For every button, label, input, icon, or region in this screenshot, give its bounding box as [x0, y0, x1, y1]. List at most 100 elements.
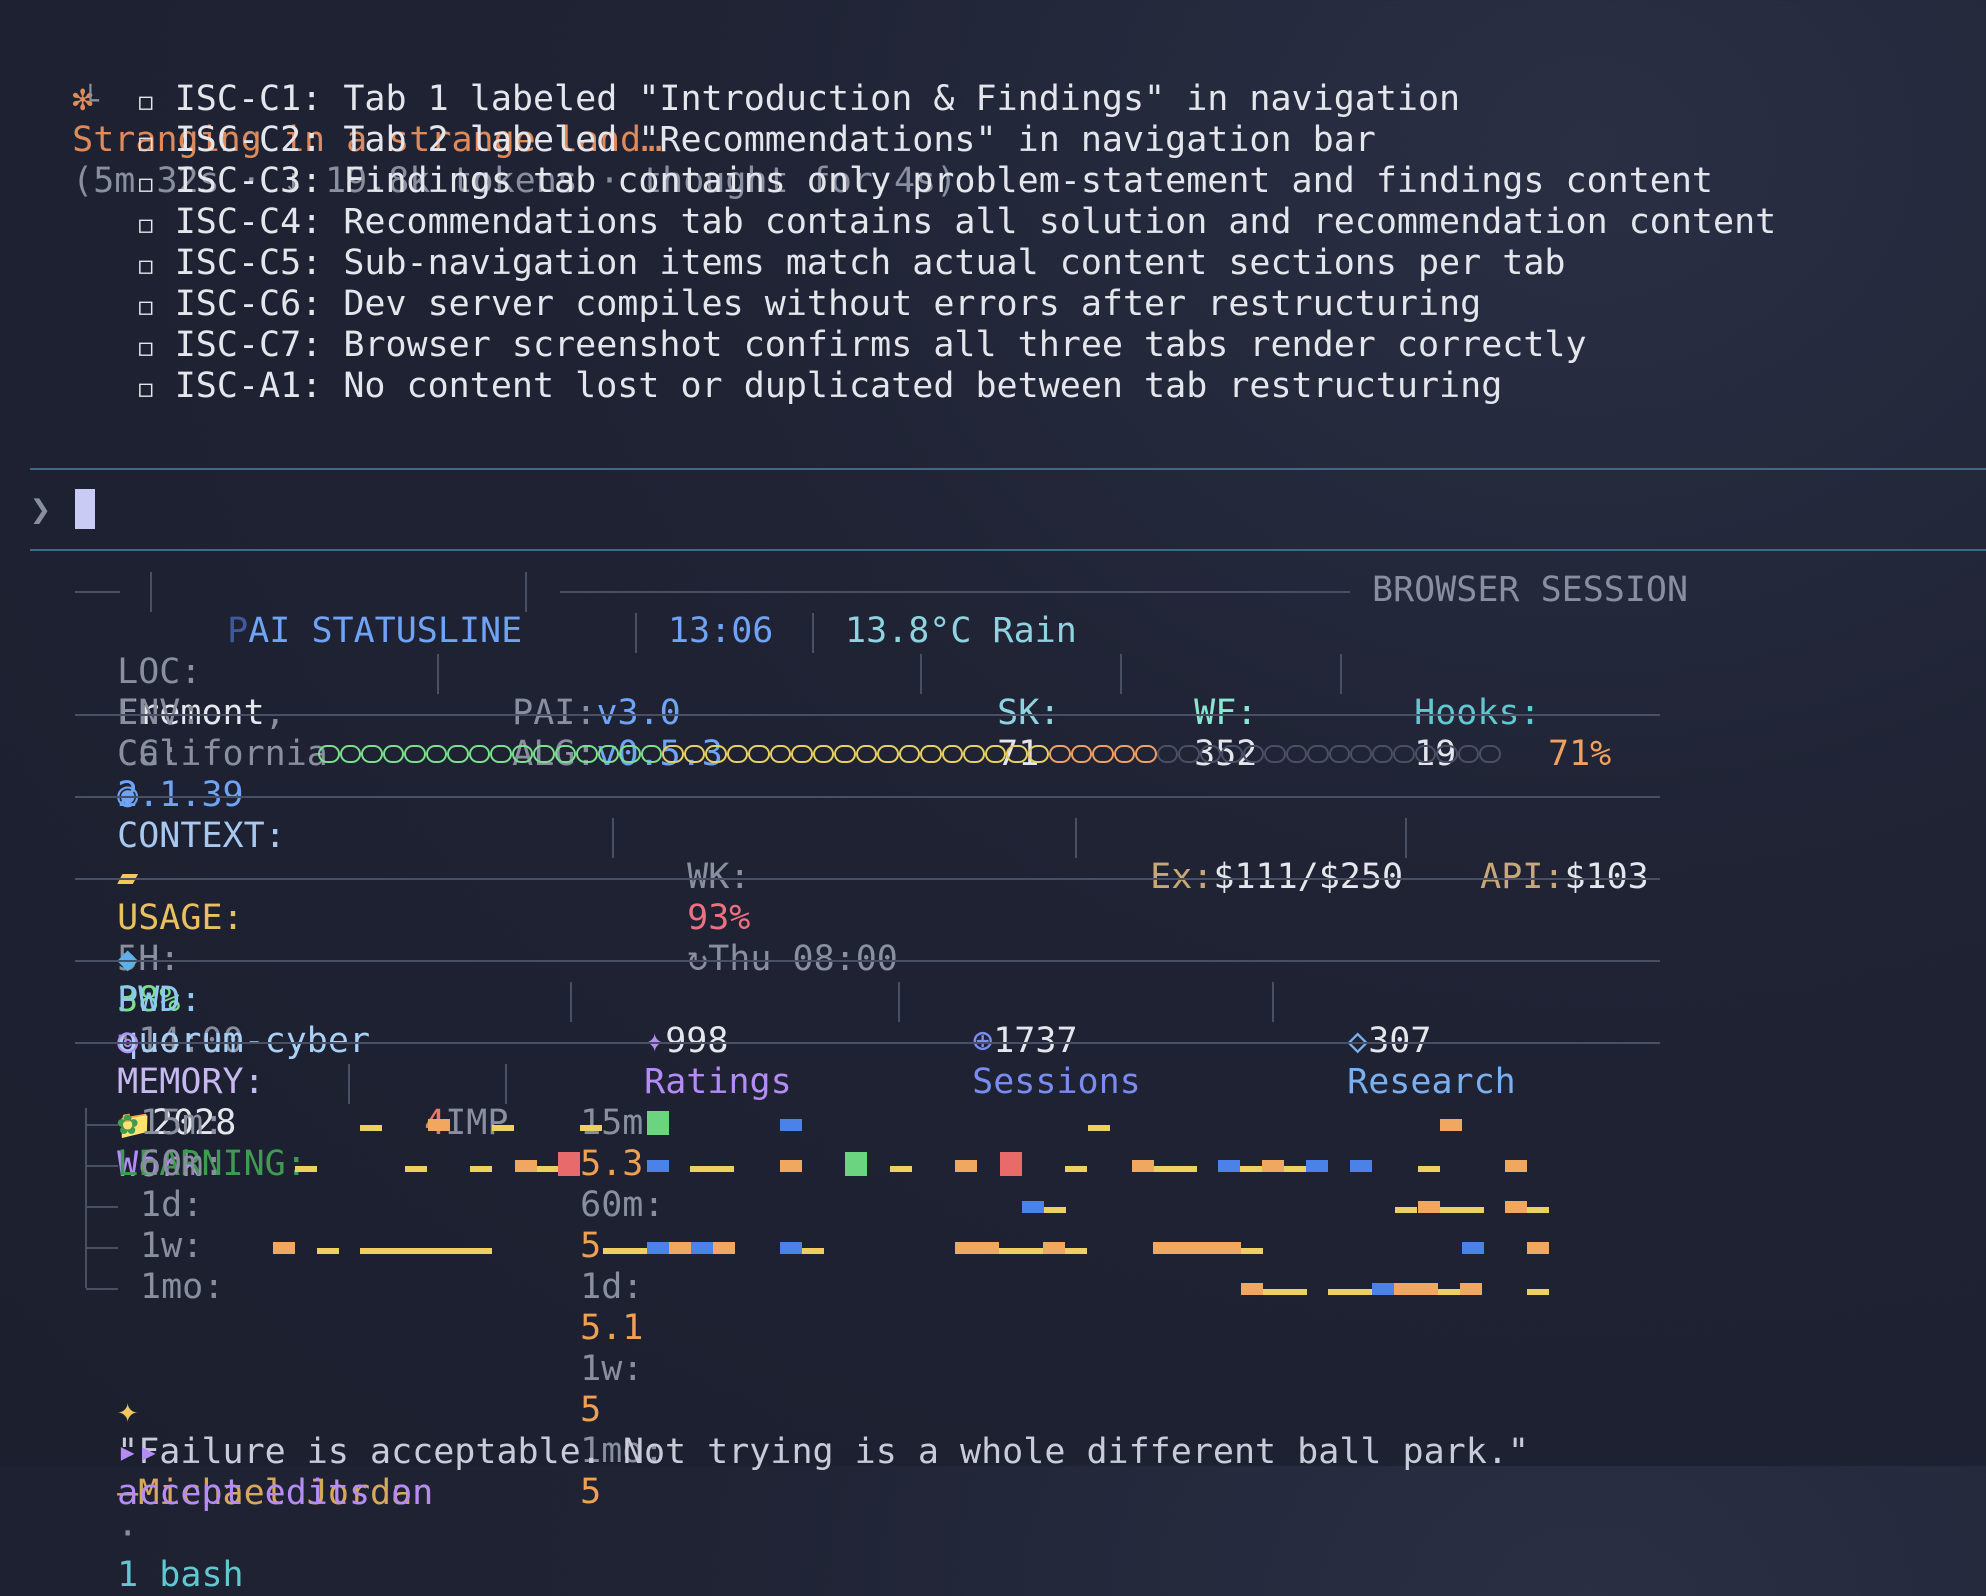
- context-segment: [662, 745, 684, 763]
- flower-icon: ✿: [117, 1103, 139, 1143]
- sparkline-mark: [1438, 1289, 1460, 1295]
- footer-line: ▸▸ accept edits on · 1 bash: [117, 1432, 434, 1595]
- context-segment: [1092, 745, 1114, 763]
- sparkline-mark: [1262, 1160, 1284, 1172]
- memory-line: ◎ MEMORY: 📁2028 Work: [117, 1021, 265, 1185]
- bash-count[interactable]: 1 bash: [117, 1555, 243, 1595]
- rule: [635, 613, 637, 653]
- sparkline-mark: [1043, 1242, 1065, 1254]
- sparkline-mark: [1527, 1207, 1549, 1213]
- sparkline-mark: [1395, 1207, 1417, 1213]
- sparkline-mark: [1022, 1201, 1044, 1213]
- sparkline-mark: [1440, 1119, 1462, 1131]
- context-segment: [339, 745, 361, 763]
- branch-icon: └: [82, 84, 99, 117]
- usage-icon: ▰: [117, 857, 139, 897]
- divider-bottom: [30, 549, 1986, 551]
- sparkline-mark: [1505, 1160, 1527, 1172]
- sparkline-mark: [1065, 1166, 1087, 1172]
- learning-row-label: 1mo:: [140, 1267, 225, 1307]
- context-segment: [554, 745, 576, 763]
- loc-line: LOC: Fremont, California: [117, 652, 328, 774]
- sparkline-mark: [1241, 1283, 1263, 1295]
- context-segment: [1070, 745, 1092, 763]
- learning-line: ✿ LEARNING:: [117, 1103, 307, 1184]
- sparkline-mark: [295, 1166, 317, 1172]
- context-percent: 71%: [1548, 734, 1612, 774]
- rule: [1405, 818, 1407, 858]
- checkbox-icon: ◻: [138, 87, 154, 117]
- sparkline-mark: [669, 1242, 691, 1254]
- context-segment: [726, 745, 748, 763]
- context-segment: [1178, 745, 1200, 763]
- sparkline-mark: [1328, 1289, 1372, 1295]
- sparkline-mark: [1065, 1248, 1087, 1254]
- weather: 13.8°C Rain: [845, 611, 1077, 651]
- tree-branch: [86, 1247, 118, 1249]
- task-header: ✻ Stranging in a strange land… (5m 32s ·…: [30, 38, 957, 201]
- sparkline-mark: [1088, 1125, 1110, 1131]
- context-segment: [898, 745, 920, 763]
- sparkline-mark: [1462, 1242, 1484, 1254]
- learning-row-label: 1w:: [140, 1226, 204, 1266]
- prompt-chevron-icon: ❯: [30, 490, 52, 530]
- statusline-title: PAI STATUSLINE: [227, 611, 523, 651]
- input-cursor[interactable]: [75, 489, 95, 529]
- rule: [525, 572, 527, 612]
- learning-row-label: 15m:: [140, 1103, 225, 1143]
- sparkline-mark: [1154, 1166, 1176, 1172]
- isc-item: ◻ ISC-A1: No content lost or duplicated …: [138, 366, 1502, 407]
- context-segment: [834, 745, 856, 763]
- sparkline-mark: [1505, 1201, 1527, 1213]
- sparkline-mark: [1394, 1283, 1438, 1295]
- isc-text: Dev server compiles without errors after…: [343, 284, 1482, 324]
- rule: [898, 982, 900, 1022]
- checkbox-icon: ◻: [138, 333, 154, 363]
- isc-text: Browser screenshot confirms all three ta…: [343, 325, 1587, 365]
- sparkline-mark: [1132, 1160, 1154, 1172]
- context-segment: [468, 745, 490, 763]
- context-segment: [1307, 745, 1329, 763]
- isc-item: ◻ ISC-C1: Tab 1 labeled "Introduction & …: [138, 79, 1460, 120]
- rule: [75, 1042, 1660, 1044]
- context-segment: [1113, 745, 1135, 763]
- sparkline-mark: [1153, 1242, 1241, 1254]
- checkbox-icon: ◻: [138, 251, 154, 281]
- context-segment: [361, 745, 383, 763]
- star-icon: ✦: [644, 1021, 666, 1061]
- context-segment: [1242, 745, 1264, 763]
- mode-arrows-icon[interactable]: ▸▸: [117, 1432, 159, 1472]
- sparkline-mark: [1284, 1166, 1306, 1172]
- quote-text: "Failure is acceptable. Not trying is a …: [117, 1432, 1529, 1472]
- checkbox-icon: ◻: [138, 128, 154, 158]
- usage-line: ▰ USAGE: 5H: 38% ↻14:00: [117, 857, 244, 1061]
- sparkline-mark: [603, 1248, 647, 1254]
- sparkline-mark: [1460, 1283, 1482, 1295]
- isc-text: Tab 1 labeled "Introduction & Findings" …: [343, 79, 1461, 119]
- env-versions: PAI:v3.0 ALG:v0.5.3: [512, 693, 723, 774]
- context-segment: [1328, 745, 1350, 763]
- checkbox-icon: ◻: [138, 169, 154, 199]
- sparkline-mark: [1418, 1166, 1440, 1172]
- sparkline-mark: [1527, 1289, 1549, 1295]
- accept-edits-mode[interactable]: accept edits on: [117, 1473, 433, 1513]
- memory-research: ◇307 Research: [1347, 1021, 1516, 1102]
- context-segment: [1264, 745, 1286, 763]
- learning-row-label: 60m:: [140, 1144, 225, 1184]
- learning-row-label: 1d:: [140, 1185, 204, 1225]
- sparkline-mark: [470, 1166, 492, 1172]
- isc-text: No content lost or duplicated between ta…: [343, 366, 1503, 406]
- checkbox-icon: ◻: [138, 210, 154, 240]
- sparkline-mark: [955, 1242, 999, 1254]
- weekly-usage: WK: 93% ↻Thu 08:00: [687, 857, 898, 979]
- sparkline-mark: [1527, 1242, 1549, 1254]
- isc-text: Findings tab contains only problem-state…: [343, 161, 1713, 201]
- context-segment: [576, 745, 598, 763]
- isc-item: ◻ ISC-C5: Sub-navigation items match act…: [138, 243, 1566, 284]
- isc-id: ISC-C1:: [174, 79, 323, 119]
- context-segment: [1199, 745, 1221, 763]
- context-segment: [791, 745, 813, 763]
- sparkline-mark: [780, 1242, 802, 1254]
- context-segment: [1436, 745, 1458, 763]
- isc-text: Recommendations tab contains all solutio…: [343, 202, 1777, 242]
